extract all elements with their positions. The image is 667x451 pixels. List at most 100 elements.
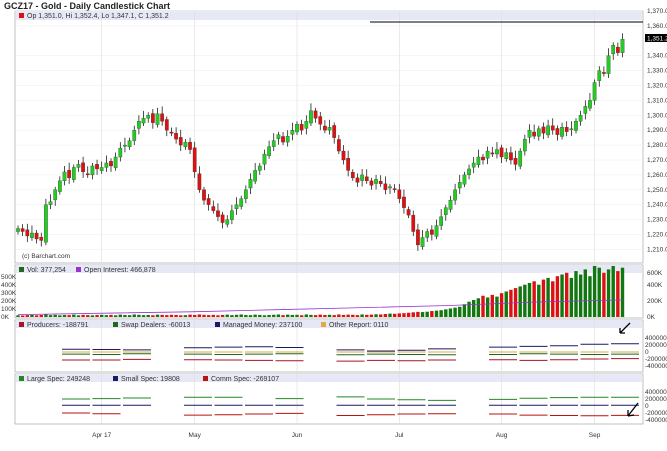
candle	[411, 214, 416, 232]
volume-bar	[369, 314, 374, 317]
candle	[248, 179, 253, 189]
volume-bar	[541, 279, 546, 317]
price-tick-label: 1,300.0	[647, 112, 667, 119]
candle	[462, 174, 467, 185]
date-label: Jun	[292, 432, 303, 439]
candle	[429, 229, 434, 235]
volume-bar	[606, 269, 611, 317]
volume-bar	[565, 272, 569, 317]
candle	[146, 115, 151, 119]
chart-svg: Apr 17 May Jun Jul Aug Sep 1,370.0 1,360.0 1,340…	[1, 8, 667, 439]
volume-bar	[299, 315, 304, 317]
candle	[202, 189, 206, 201]
volume-bar	[546, 277, 550, 317]
cot-tick-label: 0	[645, 403, 649, 410]
legend-swatch	[19, 322, 24, 327]
candle	[160, 113, 164, 122]
volume-bar	[165, 315, 169, 317]
candle	[123, 144, 127, 147]
candle	[230, 210, 234, 220]
candle	[104, 162, 109, 168]
volume-bar	[109, 314, 113, 317]
cot-legend-label: Swap Dealers: -60013	[121, 322, 190, 329]
volume-bar	[160, 314, 164, 317]
volume-bar	[76, 315, 81, 317]
volume-bar	[206, 315, 211, 317]
ohlc-label: Op 1,351.0, Hi 1,352.4, Lo 1,347.1, C 1,…	[27, 13, 169, 20]
volume-bar	[34, 315, 39, 317]
cot-tick-label: -200000	[645, 410, 667, 417]
legend-swatch	[76, 267, 81, 272]
cot-tick-label: -400000	[645, 417, 667, 424]
candle	[453, 189, 457, 201]
volume-bar	[574, 271, 578, 317]
volume-bar	[151, 315, 155, 317]
price-tick-label: 1,370.0	[647, 8, 667, 15]
volume-bar	[472, 300, 476, 317]
volume-bar	[239, 314, 243, 317]
cot-tick-label: 200000	[645, 342, 667, 349]
volume-bar	[211, 314, 215, 317]
volume-bar	[39, 314, 43, 317]
volume-bar	[309, 314, 313, 317]
volume-tick-label: 500K	[1, 274, 17, 281]
candle	[25, 229, 30, 237]
candle	[290, 130, 295, 135]
volume-bar	[355, 315, 360, 317]
volume-bar	[20, 315, 25, 317]
candle	[257, 165, 262, 171]
candle	[313, 110, 318, 119]
volume-bar	[495, 296, 499, 317]
candle	[499, 147, 504, 158]
volume-bar	[602, 272, 606, 317]
volume-bar	[295, 314, 299, 317]
volume-bar	[392, 313, 397, 317]
volume-bar	[518, 286, 522, 317]
volume-bar	[555, 276, 560, 317]
candle	[262, 153, 267, 165]
volume-right-tick-label: 200K	[647, 298, 663, 305]
chart-root: GCZ17 - Gold - Daily Candlestick Chart A…	[0, 0, 667, 451]
candle	[118, 147, 123, 158]
candle	[295, 124, 299, 133]
volume-bar	[327, 314, 332, 317]
candle	[99, 167, 104, 171]
volume-bar	[490, 294, 494, 317]
candle	[276, 134, 281, 139]
candle	[132, 130, 137, 141]
volume-bar	[90, 315, 95, 317]
date-label: Sep	[589, 432, 601, 439]
volume-bar	[318, 314, 322, 317]
price-tick-label: 1,240.0	[647, 202, 667, 209]
candle	[536, 128, 541, 137]
candle	[183, 141, 188, 148]
candle	[234, 204, 239, 210]
candle	[616, 46, 620, 53]
volume-right-tick-label: 400K	[647, 282, 663, 289]
candle	[402, 196, 406, 208]
volume-bar	[397, 313, 401, 317]
volume-bar	[304, 314, 308, 317]
date-label: Aug	[496, 432, 508, 439]
candle	[443, 207, 448, 215]
volume-bar	[583, 269, 587, 317]
candle	[555, 128, 560, 135]
candle	[150, 113, 155, 123]
candle	[332, 125, 337, 138]
volume-tick-label: 100K	[1, 306, 17, 313]
price-tick-label: 1,260.0	[647, 172, 667, 179]
candle	[546, 125, 550, 136]
candle	[336, 139, 341, 152]
candle	[467, 168, 471, 176]
candle	[597, 70, 602, 81]
cot-tick-label: -200000	[645, 356, 667, 363]
volume-bar	[379, 314, 383, 317]
candle	[174, 133, 178, 140]
volume-bar	[169, 314, 174, 317]
candle	[285, 136, 290, 143]
volume-tick-label: 0K	[1, 314, 10, 321]
volume-label: Vol: 377,254	[27, 267, 66, 274]
legend-swatch	[113, 322, 118, 327]
volume-tick-label: 300K	[1, 290, 17, 297]
volume-bar	[30, 314, 34, 317]
